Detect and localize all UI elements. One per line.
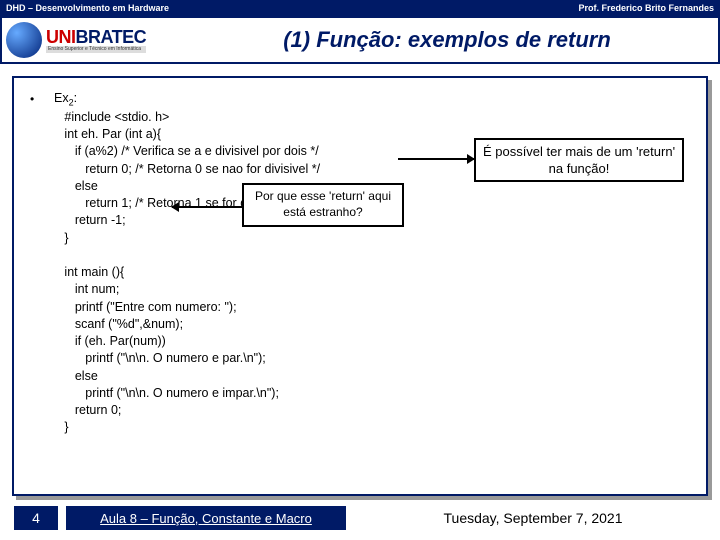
logo-main: UNIBRATEC	[46, 28, 146, 46]
content-box: • Ex2: #include <stdio. h> int eh. Par (…	[12, 76, 708, 496]
top-bar: DHD – Desenvolvimento em Hardware Prof. …	[0, 0, 720, 16]
slide: DHD – Desenvolvimento em Hardware Prof. …	[0, 0, 720, 540]
code-line-3: int eh. Par (int a){	[54, 127, 161, 141]
code-line-4: if (a%2) /* Verifica se a e divisivel po…	[54, 144, 319, 158]
code-line-8: return -1;	[54, 213, 126, 227]
lesson-label: Aula 8 – Função, Constante e Macro	[66, 506, 346, 530]
page-number: 4	[14, 506, 58, 530]
course-name: DHD – Desenvolvimento em Hardware	[6, 3, 169, 13]
ex-colon: :	[74, 91, 77, 105]
header: UNIBRATEC Ensino Superior e Técnico em I…	[0, 16, 720, 64]
code-line-9: }	[54, 231, 69, 245]
ex-label: Ex	[54, 91, 69, 105]
code-line-14: scanf ("%d",&num);	[54, 317, 183, 331]
code-line-1: Ex2:	[54, 91, 77, 105]
bullet-icon: •	[30, 92, 34, 106]
callout-note: É possível ter mais de um 'return' na fu…	[474, 138, 684, 182]
footer: 4 Aula 8 – Função, Constante e Macro Tue…	[0, 504, 720, 532]
code-line-6: else	[54, 179, 98, 193]
code-line-5: return 0; /* Retorna 0 se nao for divisi…	[54, 162, 320, 176]
arrow-icon	[172, 206, 242, 208]
code-line-12: int num;	[54, 282, 119, 296]
logo-subtitle: Ensino Superior e Técnico em Informática	[46, 46, 146, 53]
code-line-18: printf ("\n\n. O numero e impar.\n");	[54, 386, 279, 400]
code-line-11: int main (){	[54, 265, 124, 279]
code-line-16: printf ("\n\n. O numero e par.\n");	[54, 351, 266, 365]
logo-bratec: BRATEC	[76, 27, 147, 47]
code-line-17: else	[54, 369, 98, 383]
code-line-15: if (eh. Par(num))	[54, 334, 166, 348]
code-line-19: return 0;	[54, 403, 121, 417]
globe-icon	[6, 22, 42, 58]
logo: UNIBRATEC Ensino Superior e Técnico em I…	[6, 20, 186, 60]
logo-text: UNIBRATEC Ensino Superior e Técnico em I…	[46, 28, 146, 53]
callout-question: Por que esse 'return' aqui está estranho…	[242, 183, 404, 227]
code-block: Ex2: #include <stdio. h> int eh. Par (in…	[54, 90, 320, 437]
slide-title: (1) Função: exemplos de return	[186, 27, 718, 53]
arrow-icon	[398, 158, 474, 160]
logo-uni: UNI	[46, 27, 76, 47]
code-line-2: #include <stdio. h>	[54, 110, 169, 124]
code-line-20: }	[54, 420, 69, 434]
code-line-13: printf ("Entre com numero: ");	[54, 300, 237, 314]
professor-name: Prof. Frederico Brito Fernandes	[578, 3, 714, 13]
date-label: Tuesday, September 7, 2021	[346, 510, 720, 526]
